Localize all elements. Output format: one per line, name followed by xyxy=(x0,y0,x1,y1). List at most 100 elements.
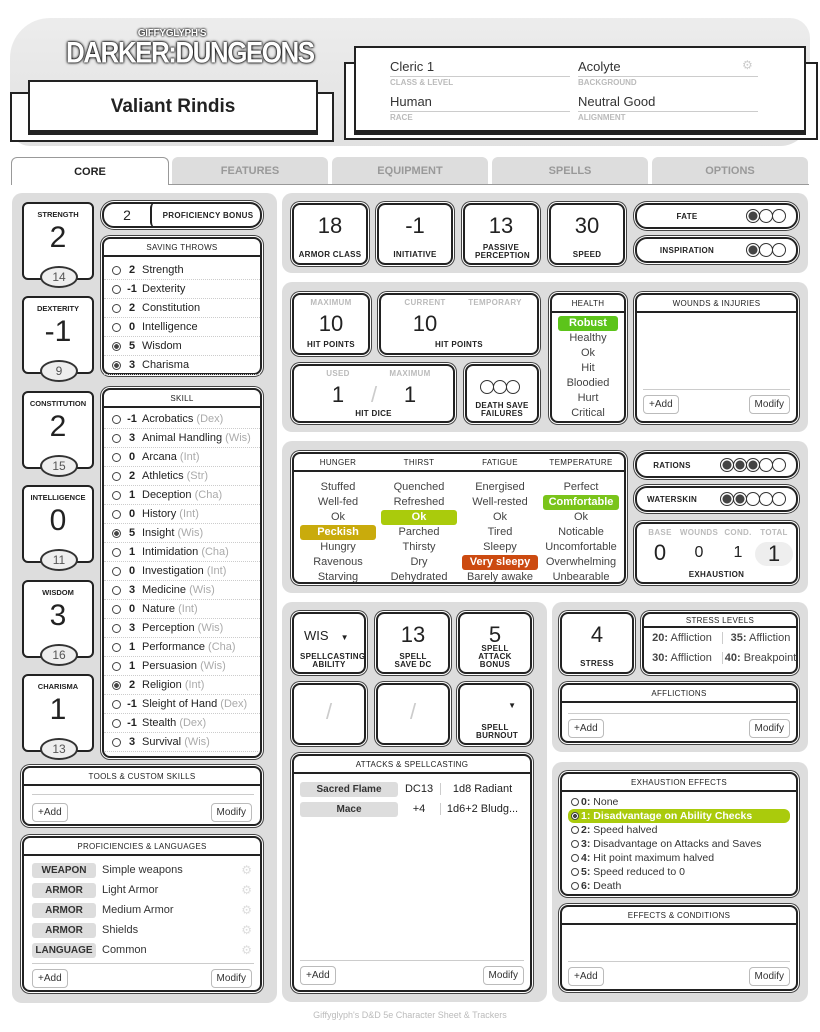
gear-icon[interactable]: ⚙ xyxy=(742,58,753,72)
inspiration-pips[interactable] xyxy=(746,243,786,262)
initiative-value[interactable]: -1 xyxy=(379,213,451,239)
proficiency-radio[interactable] xyxy=(112,699,121,709)
skill-row[interactable]: 2 Athletics (Str) xyxy=(104,467,260,486)
gear-icon[interactable]: ⚙ xyxy=(241,903,252,917)
tab-options[interactable]: OPTIONS xyxy=(652,157,808,185)
stress-value[interactable]: 4 xyxy=(562,622,632,648)
exhaustion-effect-row[interactable]: 6: Death xyxy=(568,879,790,893)
proficiency-radio[interactable] xyxy=(112,623,121,633)
survival-state[interactable]: Thirsty xyxy=(381,540,457,555)
ability-score[interactable]: 16 xyxy=(40,644,78,666)
skill-row[interactable]: 2 Religion (Int) xyxy=(104,676,260,695)
skill-row[interactable]: 0 History (Int) xyxy=(104,505,260,524)
proficiency-radio[interactable] xyxy=(112,490,121,500)
gear-icon[interactable]: ⚙ xyxy=(241,883,252,897)
ability-score[interactable]: 11 xyxy=(40,549,78,571)
tracker-pip[interactable] xyxy=(759,458,773,472)
exhaustion-base-value[interactable]: 0 xyxy=(643,540,677,566)
max-hp-value[interactable]: 10 xyxy=(294,311,368,337)
proficiency-row[interactable]: WEAPON Simple weapons ⚙ xyxy=(32,860,252,880)
death-save-pips[interactable] xyxy=(480,380,520,399)
skill-row[interactable]: 3 Animal Handling (Wis) xyxy=(104,429,260,448)
tab-core[interactable]: CORE xyxy=(11,157,169,185)
dropdown-arrow-icon[interactable]: ▼ xyxy=(508,701,516,710)
current-hp-value[interactable]: 10 xyxy=(395,311,455,337)
exhaustion-radio[interactable] xyxy=(571,812,579,821)
survival-state[interactable]: Starving xyxy=(300,570,376,585)
ability-score[interactable]: 9 xyxy=(40,360,78,382)
saving-throw-row[interactable]: 2 Constitution xyxy=(104,299,260,318)
exhaustion-effect-row[interactable]: 4: Hit point maximum halved xyxy=(568,851,790,865)
tracker-pip[interactable] xyxy=(493,380,507,394)
alignment-value[interactable]: Neutral Good xyxy=(578,94,655,109)
exhaustion-effect-row[interactable]: 3: Disadvantage on Attacks and Saves xyxy=(568,837,790,851)
health-state[interactable]: Hurt xyxy=(558,391,618,406)
tools-add-button[interactable]: +Add xyxy=(32,803,68,822)
exhaustion-radio[interactable] xyxy=(571,868,579,877)
tracker-pip[interactable] xyxy=(772,243,786,257)
skill-row[interactable]: 5 Insight (Wis) xyxy=(104,524,260,543)
race-value[interactable]: Human xyxy=(390,94,432,109)
proficiency-row[interactable]: ARMOR Shields ⚙ xyxy=(32,920,252,940)
skill-row[interactable]: 1 Intimidation (Cha) xyxy=(104,543,260,562)
attacks-modify-button[interactable]: Modify xyxy=(482,966,524,985)
waterskin-pips[interactable] xyxy=(720,492,786,511)
skill-row[interactable]: -1 Stealth (Dex) xyxy=(104,714,260,733)
proficiency-radio[interactable] xyxy=(112,604,121,614)
saving-throw-row[interactable]: -1 Dexterity xyxy=(104,280,260,299)
proficiency-radio[interactable] xyxy=(112,322,121,332)
proficiencies-add-button[interactable]: +Add xyxy=(32,969,68,988)
tracker-pip[interactable] xyxy=(480,380,494,394)
background-value[interactable]: Acolyte xyxy=(578,59,621,74)
survival-state[interactable]: Dehydrated xyxy=(381,570,457,585)
exhaustion-effect-row[interactable]: 0: None xyxy=(568,795,790,809)
tracker-pip[interactable] xyxy=(733,492,747,506)
proficiency-radio[interactable] xyxy=(112,433,121,443)
proficiency-radio[interactable] xyxy=(112,661,121,671)
spellcasting-ability-value[interactable]: WIS xyxy=(304,628,329,643)
skill-row[interactable]: -1 Sleight of Hand (Dex) xyxy=(104,695,260,714)
tools-modify-button[interactable]: Modify xyxy=(210,803,252,822)
attack-name[interactable]: Mace xyxy=(300,801,398,817)
survival-state[interactable]: Overwhelming xyxy=(543,555,619,570)
proficiency-radio[interactable] xyxy=(112,341,121,351)
spell-slots-2[interactable]: / xyxy=(376,683,450,745)
tracker-pip[interactable] xyxy=(746,492,760,506)
class-level-field[interactable]: Cleric 1 xyxy=(390,58,570,77)
proficiency-radio[interactable] xyxy=(112,303,121,313)
health-state[interactable]: Hit xyxy=(558,361,618,376)
hit-dice-used-value[interactable]: 1 xyxy=(308,382,368,408)
tab-spells[interactable]: SPELLS xyxy=(492,157,648,185)
proficiency-radio[interactable] xyxy=(112,509,121,519)
proficiency-radio[interactable] xyxy=(112,284,121,294)
saving-throw-row[interactable]: 0 Intelligence xyxy=(104,318,260,337)
tracker-pip[interactable] xyxy=(720,458,734,472)
proficiencies-modify-button[interactable]: Modify xyxy=(210,969,252,988)
tracker-pip[interactable] xyxy=(720,492,734,506)
spellcasting-ability-select[interactable]: WIS ▼ xyxy=(304,628,348,643)
exhaustion-effect-row[interactable]: 5: Speed reduced to 0 xyxy=(568,865,790,879)
skill-row[interactable]: 0 Arcana (Int) xyxy=(104,448,260,467)
ability-score[interactable]: 13 xyxy=(40,738,78,760)
exhaustion-effect-row[interactable]: 2: Speed halved xyxy=(568,823,790,837)
saving-throw-row[interactable]: 3 Charisma xyxy=(104,356,260,375)
survival-state[interactable]: Well-fed xyxy=(300,495,376,510)
survival-state[interactable]: Peckish xyxy=(300,525,376,540)
proficiency-row[interactable]: ARMOR Medium Armor ⚙ xyxy=(32,900,252,920)
attack-row[interactable]: Sacred Flame DC13 1d8 Radiant xyxy=(300,779,524,799)
proficiency-radio[interactable] xyxy=(112,680,121,690)
ability-score[interactable]: 15 xyxy=(40,455,78,477)
background-field[interactable]: Acolyte xyxy=(578,58,758,77)
saving-throw-row[interactable]: 2 Strength xyxy=(104,261,260,280)
tracker-pip[interactable] xyxy=(759,243,773,257)
exhaustion-radio[interactable] xyxy=(571,882,579,891)
tracker-pip[interactable] xyxy=(746,458,760,472)
tracker-pip[interactable] xyxy=(746,243,760,257)
skill-row[interactable]: 3 Perception (Wis) xyxy=(104,619,260,638)
proficiency-radio[interactable] xyxy=(112,414,121,424)
exhaustion-effect-row[interactable]: 1: Disadvantage on Ability Checks xyxy=(568,809,790,823)
tracker-pip[interactable] xyxy=(772,492,786,506)
proficiency-value[interactable]: 2 xyxy=(110,207,144,223)
class-level-value[interactable]: Cleric 1 xyxy=(390,59,434,74)
proficiency-radio[interactable] xyxy=(112,642,121,652)
